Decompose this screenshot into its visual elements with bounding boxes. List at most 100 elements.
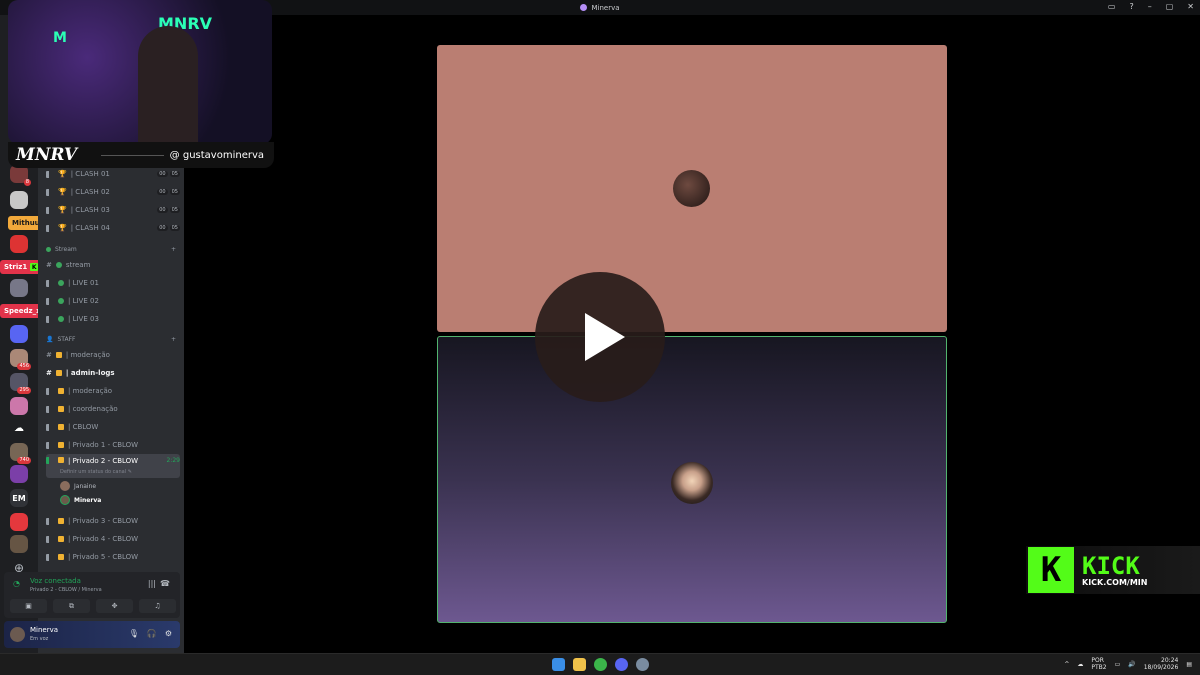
speaker-icon: [46, 224, 54, 232]
trophy-icon: 🏆: [58, 188, 67, 196]
discord-icon[interactable]: [615, 658, 628, 671]
category-label: Stream: [55, 246, 77, 253]
category-staff[interactable]: 👤 STAFF +: [46, 336, 176, 343]
signal-icon[interactable]: ◔: [13, 579, 20, 588]
voice-channel[interactable]: | Privado 5 - CBLOW: [46, 550, 180, 564]
chrome-icon[interactable]: [594, 658, 607, 671]
speaker-icon: [46, 535, 54, 543]
text-channel[interactable]: # | moderação: [46, 348, 180, 362]
speaker-icon: [46, 206, 54, 214]
cloud-server-icon[interactable]: ☁: [10, 419, 28, 437]
server-icon[interactable]: [10, 513, 28, 531]
server-icon[interactable]: [10, 191, 28, 209]
file-explorer-icon[interactable]: [573, 658, 586, 671]
network-icon[interactable]: ▭: [1115, 661, 1121, 668]
channel-name: | Privado 3 - CBLOW: [68, 517, 139, 525]
channel-name: | coordenação: [68, 405, 118, 413]
status-dot-icon: [58, 280, 64, 286]
speaker-icon: [46, 315, 54, 323]
camera-button[interactable]: ▣: [10, 599, 47, 613]
speaker-icon: [46, 405, 54, 413]
close-button[interactable]: ✕: [1187, 2, 1194, 11]
server-icon[interactable]: [10, 397, 28, 415]
volume-icon[interactable]: 🔊: [1128, 661, 1135, 668]
server-icon[interactable]: 740: [10, 443, 31, 464]
voice-status: Voz conectada: [30, 577, 81, 585]
text-channel[interactable]: # | admin-logs: [46, 366, 180, 380]
voice-channel[interactable]: | Privado 3 - CBLOW: [46, 514, 180, 528]
text-channel[interactable]: # stream: [46, 258, 180, 272]
voice-location[interactable]: Privado 2 - CBLOW / Minerva: [30, 587, 102, 593]
voice-channel[interactable]: | LIVE 02: [46, 294, 180, 308]
channel-name: | moderação: [65, 351, 110, 359]
voice-channel[interactable]: | CBLOW: [46, 420, 180, 434]
add-channel-icon[interactable]: +: [171, 246, 176, 253]
chevron-up-icon[interactable]: ^: [1064, 661, 1069, 668]
speaker-icon: [46, 297, 54, 305]
cloud-icon[interactable]: ☁: [1077, 661, 1083, 668]
user-count: 00 05: [157, 225, 180, 231]
voice-channel[interactable]: 🏆 | CLASH 02 00 05: [46, 185, 180, 199]
status-dot-icon: [55, 262, 62, 268]
lock-icon: [58, 424, 64, 430]
add-channel-icon[interactable]: +: [171, 336, 176, 343]
kick-url: KICK.COM/MIN: [1082, 577, 1148, 587]
category-stream[interactable]: Stream +: [46, 246, 176, 253]
inbox-icon[interactable]: ▭: [1108, 2, 1116, 11]
viewer-tag-label: Speedz_x: [4, 307, 41, 315]
voice-member[interactable]: Janaine: [60, 481, 96, 491]
speaker-icon: [46, 457, 54, 464]
help-icon[interactable]: ?: [1129, 2, 1133, 11]
user-controls: 🎙 🎧 ⚙: [129, 629, 172, 638]
voice-channel[interactable]: 🏆 | CLASH 03 00 05: [46, 203, 180, 217]
headphones-icon[interactable]: 🎧: [147, 629, 157, 638]
maximize-button[interactable]: ▢: [1166, 2, 1174, 11]
category-label: STAFF: [57, 336, 76, 343]
language-indicator[interactable]: POR PTB2: [1091, 657, 1106, 671]
lock-icon: [55, 352, 62, 358]
activities-button[interactable]: ✥: [96, 599, 133, 613]
user-count: 00 05: [157, 207, 180, 213]
voice-member[interactable]: Minerva: [60, 495, 101, 505]
soundboard-button[interactable]: ♫: [139, 599, 176, 613]
participant-tile-speaking[interactable]: [437, 336, 947, 623]
screen-share-button[interactable]: ⧉: [53, 599, 90, 613]
settings-icon[interactable]: [636, 658, 649, 671]
voice-channel[interactable]: 🏆 | CLASH 01 00 05: [46, 167, 180, 181]
channel-status-prompt[interactable]: Definir um status do canal ✎: [60, 469, 132, 475]
user-status: Em voz: [30, 636, 49, 642]
clock[interactable]: 20:24 18/09/2026: [1144, 657, 1179, 671]
voice-channel[interactable]: | LIVE 03: [46, 312, 180, 326]
server-icon[interactable]: [10, 325, 28, 343]
voice-channel[interactable]: | Privado 1 - CBLOW: [46, 438, 180, 452]
server-icon-em[interactable]: EM: [10, 489, 28, 507]
server-icon[interactable]: 295: [10, 373, 31, 394]
voice-channel[interactable]: | coordenação: [46, 402, 180, 416]
status-dot-icon: [58, 316, 64, 322]
avatar[interactable]: [10, 627, 25, 642]
notification-icon[interactable]: ▤: [1186, 661, 1192, 668]
voice-channel[interactable]: | moderação: [46, 384, 180, 398]
gear-icon[interactable]: ⚙: [165, 629, 172, 638]
minimize-button[interactable]: –: [1148, 2, 1152, 11]
channel-name: | CLASH 01: [70, 170, 110, 178]
server-icon[interactable]: 456: [10, 349, 31, 370]
microphone-icon[interactable]: 🎙: [129, 629, 139, 638]
windows-start-icon[interactable]: [552, 658, 565, 671]
participant-tile[interactable]: [437, 45, 947, 332]
voice-channel[interactable]: | LIVE 01: [46, 276, 180, 290]
server-icon[interactable]: [10, 465, 28, 483]
voice-channel[interactable]: 🏆 | CLASH 04 00 05: [46, 221, 180, 235]
person-icon: 👤: [46, 336, 54, 343]
server-icon[interactable]: [10, 235, 28, 253]
server-icon[interactable]: [10, 535, 28, 553]
disconnect-icon[interactable]: ☎: [160, 579, 170, 588]
play-button[interactable]: [535, 272, 665, 402]
voice-channel[interactable]: | Privado 4 - CBLOW: [46, 532, 180, 546]
channel-name: | CBLOW: [68, 423, 99, 431]
channel-name: | Privado 2 - CBLOW: [68, 457, 139, 465]
channel-name: | Privado 5 - CBLOW: [68, 553, 139, 561]
server-icon[interactable]: [10, 279, 28, 297]
speaker-icon: [46, 188, 54, 196]
noise-suppression-icon[interactable]: |||: [148, 579, 156, 588]
